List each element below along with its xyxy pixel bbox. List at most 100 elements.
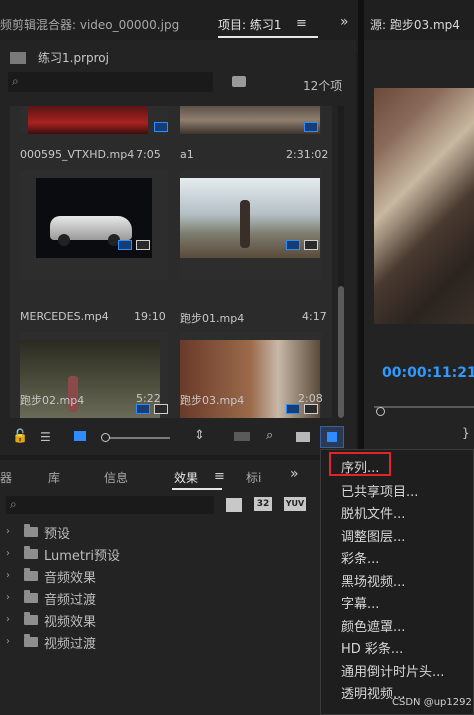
clip-name: a1 [180,148,194,161]
chevron-right-icon[interactable]: › [6,636,10,647]
chevron-right-icon[interactable]: › [6,592,10,603]
find-bin-icon[interactable] [232,76,246,87]
video-thumbnail [28,106,148,134]
find-icon[interactable]: ⌕ [266,428,273,443]
tree-item-lumetri-presets[interactable]: Lumetri预设 [44,545,120,564]
folder-icon [24,634,38,647]
mark-in-icon[interactable]: } [462,426,470,440]
preset-folder-icon [24,524,38,537]
menu-item-universal-leader[interactable]: 通用倒计时片头... [341,661,444,680]
accelerated-effects-icon[interactable] [226,498,242,512]
clip-duration: 2:31:02 [286,148,329,161]
scrollbar-thumb[interactable] [338,286,344,418]
menu-item-captions[interactable]: 字幕... [341,593,379,612]
audio-badge-icon [154,404,168,414]
tab-info[interactable]: 信息 [104,469,128,486]
project-file-name: 练习1.prproj [38,51,109,65]
tree-item-presets[interactable]: 预设 [44,523,70,542]
chevron-right-icon[interactable]: › [6,570,10,581]
video-badge-icon [286,240,300,250]
yuv-badge[interactable]: YUV [284,497,306,511]
tab-titles[interactable]: 标i [246,469,261,486]
playhead-handle[interactable] [376,407,385,416]
thumbnail-grid: 000595_VTXHD.mp4 7:05 a1 2:31:02 MERCEDE… [10,106,332,418]
audio-badge-icon [304,404,318,414]
menu-item-color-matte[interactable]: 颜色遮罩... [341,616,405,635]
32bit-badge[interactable]: 32 [254,497,272,511]
lock-icon[interactable]: 🔓 [12,429,28,444]
chevron-right-icon[interactable]: › [6,526,10,537]
project-hamburger-icon[interactable]: ≡ [296,16,307,31]
sort-icon[interactable]: ⇕ [194,428,205,443]
audio-badge-icon [136,240,150,250]
project-panel: 练习1.prproj ⌕ 12个项 000595_VTXHD.mp4 7:05 … [0,40,356,455]
tab-libraries[interactable]: 库 [48,469,60,486]
folder-icon [24,612,38,625]
tab-unknown[interactable]: 器 [0,469,12,486]
tab-source[interactable]: 源: 跑步03.mp4 [370,16,460,33]
menu-item-shared-project[interactable]: 已共享项目... [341,481,418,500]
effects-panel: 器 库 信息 效果 ≡ 标i » ⌕ 32 YUV › 预设 › Lumetri… [0,460,320,715]
menu-item-hd-bars[interactable]: HD 彩条... [341,638,403,657]
tab-project[interactable]: 项目: 练习1 [218,16,282,33]
tree-item-audio-effects[interactable]: 音频效果 [44,567,96,586]
menu-item-bars-and-tone[interactable]: 彩条... [341,548,379,567]
thumb-card[interactable] [20,170,168,280]
video-badge-icon [118,240,132,250]
clip-duration: 19:10 [134,310,166,323]
clip-duration: 7:05 [136,148,161,161]
icon-view-icon[interactable] [74,431,86,441]
clip-duration: 2:08 [298,392,323,405]
source-monitor-panel: 00:00:11:21 } [364,40,474,455]
chevron-right-icon[interactable]: › [6,614,10,625]
double-chevron-icon[interactable]: » [340,14,349,30]
project-search-input[interactable]: ⌕ [8,72,213,92]
thumb-card[interactable] [20,106,168,134]
chevron-right-icon[interactable]: › [6,548,10,559]
effects-hamburger-icon[interactable]: ≡ [214,469,225,484]
thumb-card[interactable] [180,106,322,134]
menu-item-black-video[interactable]: 黑场视频... [341,571,405,590]
clip-name: 跑步01.mp4 [180,312,245,325]
new-item-icon [327,432,337,442]
watermark-text: CSDN @up1292 [392,697,472,708]
preset-folder-icon [24,546,38,559]
list-view-icon[interactable]: ☰ [40,430,51,444]
new-item-menu: 序列... 已共享项目... 脱机文件... 调整图层... 彩条... 黑场视… [320,449,474,715]
new-item-button[interactable] [320,426,344,448]
tree-item-video-transitions[interactable]: 视频过渡 [44,633,96,652]
wheel [58,234,70,246]
project-toolbar: 🔓 ☰ ⇕ ⌕ [0,420,356,455]
new-bin-icon[interactable] [296,432,310,442]
double-chevron-icon[interactable]: » [290,466,299,482]
folder-icon [24,568,38,581]
active-tab-underline [218,36,318,38]
scrollbar-track[interactable] [338,106,344,418]
clip-duration: 5:22 [136,392,161,405]
menu-item-offline-file[interactable]: 脱机文件... [341,503,405,522]
source-scrubber[interactable] [374,406,474,408]
video-badge-icon [286,404,300,414]
menu-item-sequence[interactable]: 序列... [341,457,379,476]
automate-icon[interactable] [234,432,250,441]
source-timecode[interactable]: 00:00:11:21 [382,365,474,381]
clip-name: 跑步02.mp4 [20,394,85,407]
tree-item-audio-transitions[interactable]: 音频过渡 [44,589,96,608]
image-badge-icon [304,122,318,132]
search-icon: ⌕ [10,497,17,511]
effects-search-input[interactable]: ⌕ [6,496,214,514]
clip-name: 000595_VTXHD.mp4 [20,148,135,161]
audio-badge-icon [304,240,318,250]
menu-item-adjustment-layer[interactable]: 调整图层... [341,526,405,545]
zoom-slider-handle[interactable] [101,433,110,442]
runner-shape [240,200,250,248]
clip-name: MERCEDES.mp4 [20,310,109,323]
thumb-card[interactable] [180,170,322,280]
zoom-slider[interactable] [101,433,170,442]
tab-effects[interactable]: 效果 [174,469,198,486]
video-thumbnail [180,106,320,134]
tab-audio-mixer[interactable]: 频剪辑混合器: video_00000.jpg [0,16,179,33]
tree-item-video-effects[interactable]: 视频效果 [44,611,96,630]
project-file-icon [10,52,26,64]
video-badge-icon [154,122,168,132]
